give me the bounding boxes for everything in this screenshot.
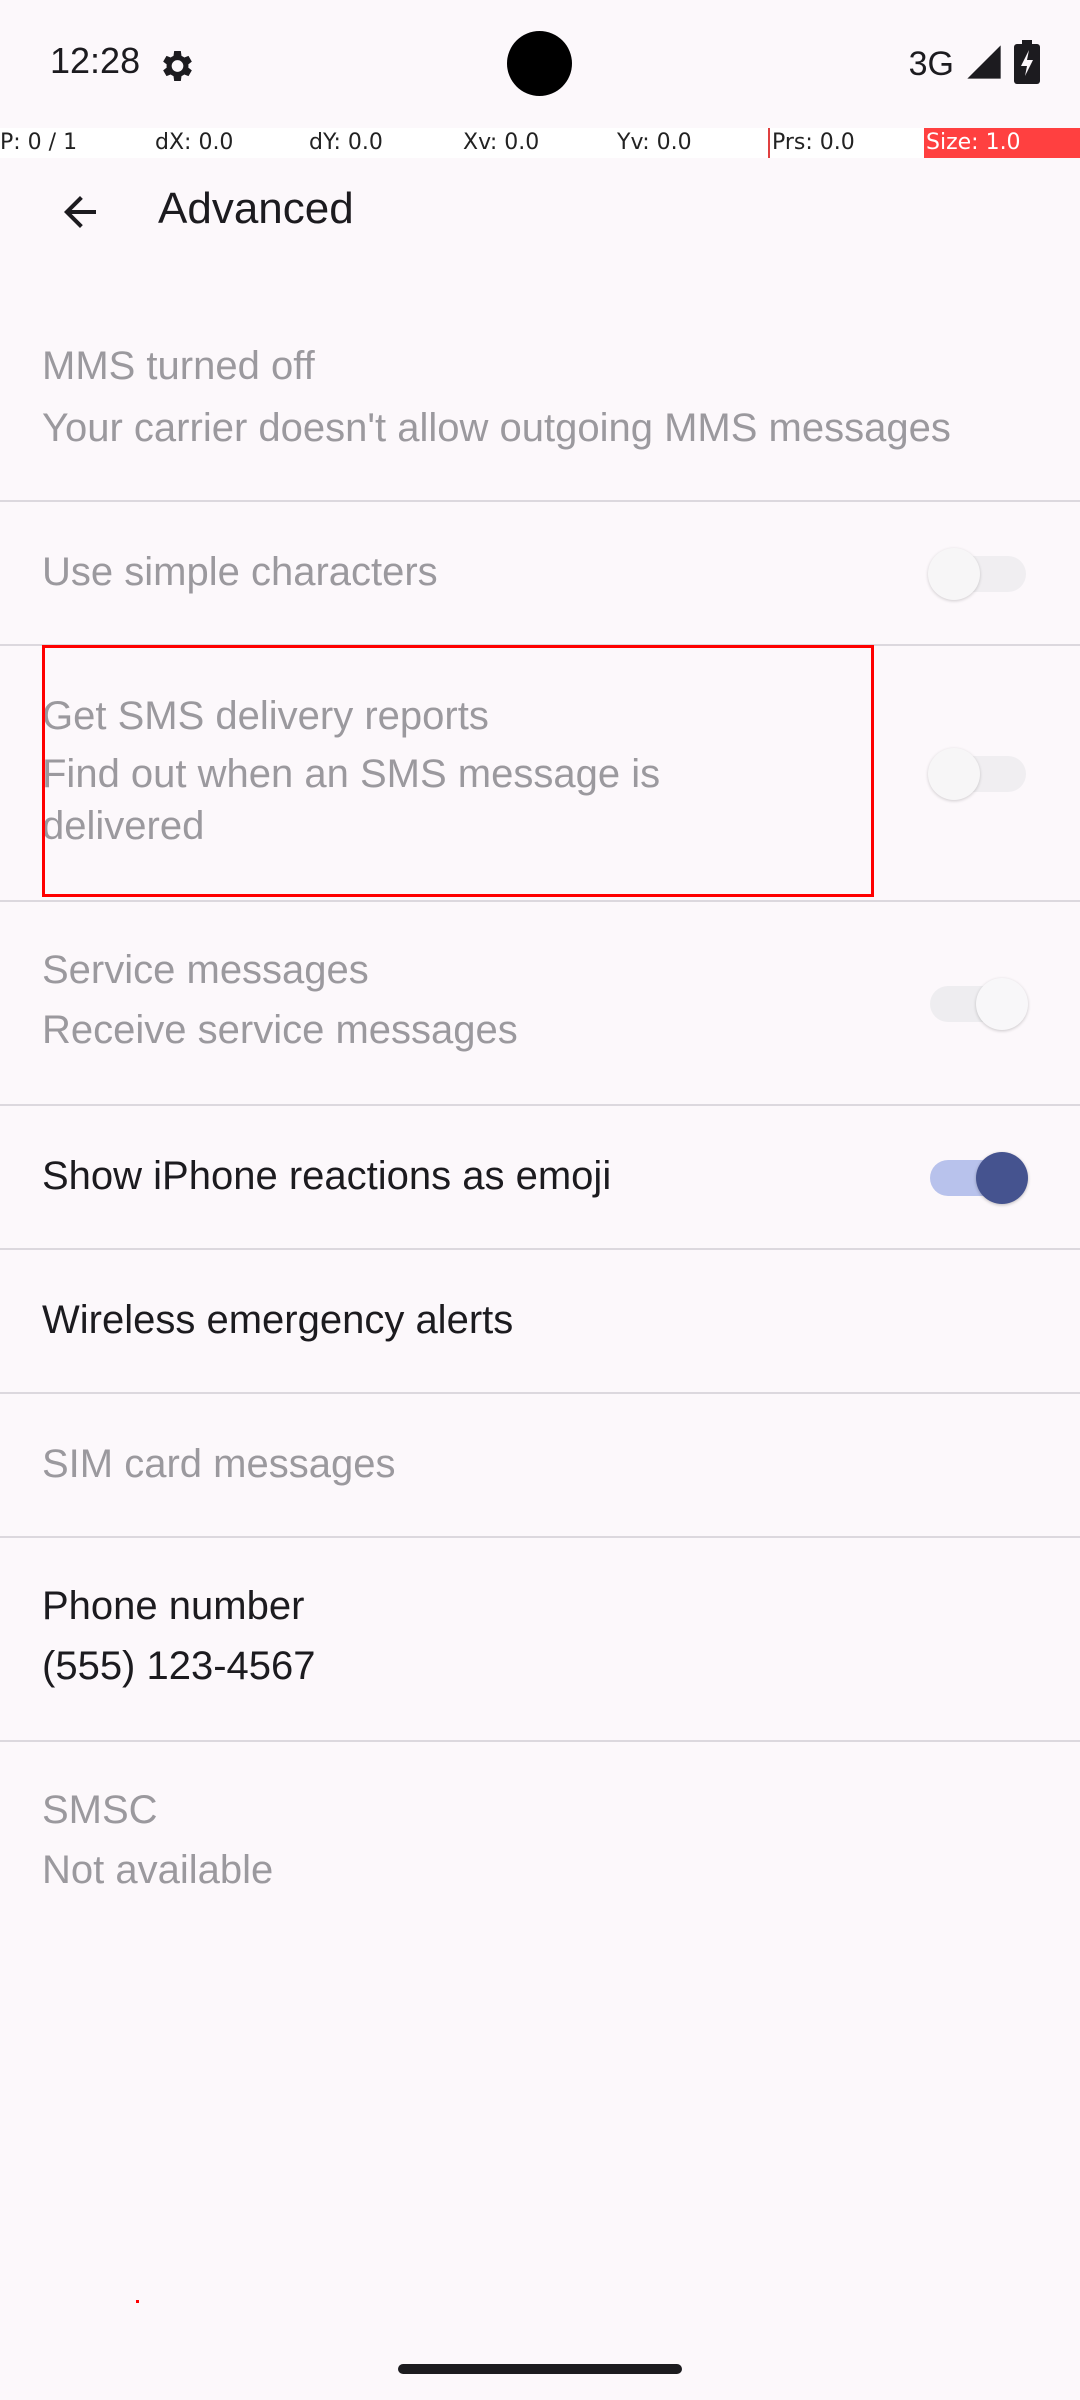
- signal-icon: [964, 42, 1004, 87]
- service-messages-toggle[interactable]: [926, 974, 1030, 1034]
- camera-cutout: [507, 31, 572, 96]
- setting-summary: Not available: [42, 1848, 274, 1892]
- setting-iphone-reactions[interactable]: Show iPhone reactions as emoji: [0, 1106, 1080, 1250]
- iphone-reactions-toggle[interactable]: [926, 1148, 1030, 1208]
- setting-wireless-emergency-alerts[interactable]: Wireless emergency alerts: [0, 1250, 1080, 1394]
- pointer-dx: dX: 0.0: [155, 130, 234, 155]
- pointer-count: P: 0 / 1: [0, 130, 78, 155]
- status-bar: 12:28 3G: [0, 0, 1080, 128]
- setting-smsc: SMSC Not available: [0, 1742, 1080, 1946]
- pointer-location-overlay: P: 0 / 1 dX: 0.0 dY: 0.0 Xv: 0.0 Yv: 0.0…: [0, 128, 1080, 158]
- pointer-dy: dY: 0.0: [309, 130, 383, 155]
- status-time: 12:28: [50, 40, 141, 81]
- setting-phone-number[interactable]: Phone number (555) 123-4567: [0, 1538, 1080, 1742]
- setting-title: MMS turned off: [42, 344, 315, 388]
- setting-title: SMSC: [42, 1788, 158, 1832]
- pointer-size: Size: 1.0: [924, 128, 1080, 158]
- setting-title: Service messages: [42, 948, 369, 992]
- status-icons: 3G: [908, 39, 1040, 89]
- setting-use-simple-characters[interactable]: Use simple characters: [0, 502, 1080, 646]
- simple-characters-toggle[interactable]: [926, 544, 1030, 604]
- sms-delivery-reports-toggle[interactable]: [926, 744, 1030, 804]
- touch-indicator-dot: [136, 2300, 139, 2303]
- page-title: Advanced: [158, 184, 354, 233]
- back-arrow-icon: [64, 196, 96, 228]
- pointer-xv: Xv: 0.0: [463, 130, 540, 155]
- setting-mms-turned-off: MMS turned off Your carrier doesn't allo…: [0, 300, 1080, 502]
- setting-sim-card-messages[interactable]: SIM card messages: [0, 1394, 1080, 1538]
- setting-title: Wireless emergency alerts: [42, 1298, 514, 1342]
- phone-number-value: (555) 123-4567: [42, 1644, 316, 1688]
- battery-charging-icon: [1014, 39, 1040, 89]
- pressure-marker: [768, 128, 770, 158]
- setting-summary: Receive service messages: [42, 1008, 518, 1052]
- pointer-pressure: Prs: 0.0: [772, 130, 855, 155]
- app-bar: Advanced: [0, 158, 1080, 266]
- pointer-yv: Yv: 0.0: [617, 130, 692, 155]
- setting-title: Phone number: [42, 1584, 305, 1628]
- back-button[interactable]: [32, 164, 128, 260]
- setting-title: Show iPhone reactions as emoji: [42, 1154, 612, 1198]
- network-type: 3G: [908, 44, 954, 83]
- gesture-navigation-handle[interactable]: [398, 2364, 682, 2374]
- setting-title: SIM card messages: [42, 1442, 396, 1486]
- highlight-box: [42, 645, 874, 897]
- setting-summary: Your carrier doesn't allow outgoing MMS …: [42, 406, 951, 450]
- setting-title: Use simple characters: [42, 550, 438, 594]
- settings-gear-icon: [156, 46, 196, 86]
- setting-service-messages[interactable]: Service messages Receive service message…: [0, 902, 1080, 1106]
